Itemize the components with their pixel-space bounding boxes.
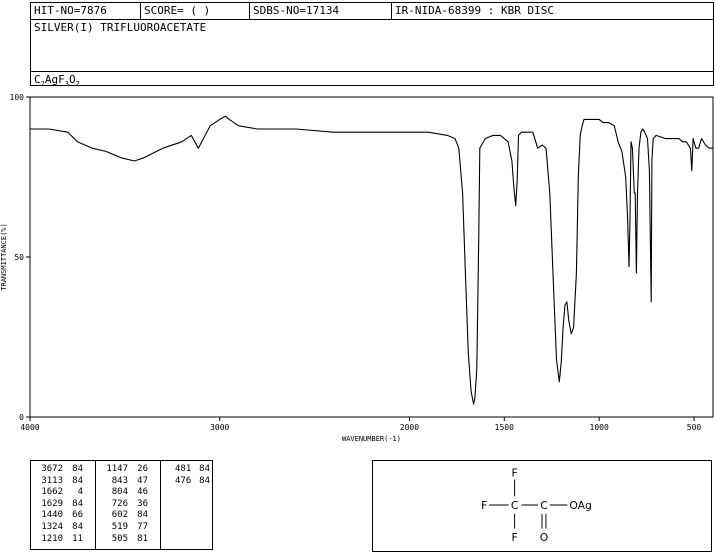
atom-c1: C xyxy=(511,499,519,512)
peak-transmittance: 26 xyxy=(137,464,148,474)
peak-wavenumber: 804 xyxy=(111,487,128,498)
peak-transmittance: 84 xyxy=(72,475,83,486)
peak-transmittance: 77 xyxy=(137,521,148,532)
peak-row: 476 84 xyxy=(165,476,210,488)
header-box: HIT-NO=7876 SCORE= ( ) SDBS-NO=17134 IR-… xyxy=(30,2,714,89)
peak-transmittance: 84 xyxy=(199,475,210,486)
peak-row: 1629 84 xyxy=(35,499,93,511)
peak-transmittance: 84 xyxy=(72,498,83,509)
peak-wavenumber: 843 xyxy=(111,475,128,486)
peak-row: 843 47 xyxy=(100,476,158,488)
peak-wavenumber: 519 xyxy=(111,521,128,532)
peak-wavenumber: 476 xyxy=(174,475,192,486)
peak-row: 1147 26 xyxy=(100,464,158,476)
peak-wavenumber: 1629 xyxy=(41,498,63,509)
y-tick-label: 100 xyxy=(10,93,25,102)
spectrum-line xyxy=(30,115,713,405)
plot-frame xyxy=(29,96,714,418)
peak-column: 481 84 476 84 xyxy=(161,461,212,549)
peak-row: 804 46 xyxy=(100,487,158,499)
y-axis-label: TRANSMITTANCE(%) xyxy=(0,223,8,290)
peak-table: 3672 84 3113 84 1662 4 1629 84 1440 66 1324 84 1210 1… xyxy=(30,460,213,550)
peak-row: 1440 66 xyxy=(35,510,93,522)
sdbs-number: SDBS-NO=17134 xyxy=(250,3,392,19)
peak-wavenumber: 481 xyxy=(174,464,192,474)
peak-transmittance: 4 xyxy=(77,487,83,498)
peak-row: 1662 4 xyxy=(35,487,93,499)
peak-row: 726 36 xyxy=(100,499,158,511)
peak-wavenumber: 505 xyxy=(111,533,128,544)
peak-transmittance: 36 xyxy=(137,498,148,509)
peak-row: 602 84 xyxy=(100,510,158,522)
peak-transmittance: 47 xyxy=(137,475,148,486)
y-tick-label: 50 xyxy=(14,253,24,262)
x-tick-label: 1000 xyxy=(590,423,609,432)
peak-row: 3113 84 xyxy=(35,476,93,488)
peak-row: 519 77 xyxy=(100,522,158,534)
peak-transmittance: 11 xyxy=(72,533,83,544)
x-tick-label: 3000 xyxy=(210,423,229,432)
peak-wavenumber: 726 xyxy=(111,498,128,509)
molecular-formula: C2AgF3O2 xyxy=(34,73,80,89)
peak-wavenumber: 1324 xyxy=(41,521,63,532)
ir-id: IR-NIDA-68399 : KBR DISC xyxy=(395,4,554,17)
atom-f-top: F xyxy=(512,467,518,480)
peak-row: 505 81 xyxy=(100,534,158,546)
group-oag: OAg xyxy=(569,499,591,512)
peak-column: 3672 84 3113 84 1662 4 1629 84 1440 66 1324 84 1210 1… xyxy=(31,461,96,549)
atom-c2: C xyxy=(540,499,548,512)
peak-wavenumber: 1440 xyxy=(41,510,63,521)
ir-spectrum-chart: 4000 3000 2000 1500 1000 500 0 50 100 WAVENUMBER(… xyxy=(0,93,714,443)
peak-row: 3672 84 xyxy=(35,464,93,476)
hit-number: HIT-NO=7876 xyxy=(31,3,141,19)
peak-transmittance: 46 xyxy=(137,487,148,498)
peak-column: 1147 26 843 47 804 46 726 36 602 84 519 77 505 81 xyxy=(96,461,161,549)
x-tick-label: 4000 xyxy=(20,423,39,432)
peak-transmittance: 84 xyxy=(72,464,83,474)
x-tick-label: 1500 xyxy=(495,423,514,432)
atom-o-double: O xyxy=(540,531,548,544)
peak-wavenumber: 1210 xyxy=(41,533,63,544)
peak-transmittance: 84 xyxy=(137,510,148,521)
x-tick-label: 2000 xyxy=(400,423,419,432)
atom-f-bottom: F xyxy=(512,531,518,544)
peak-row: 481 84 xyxy=(165,464,210,476)
peak-transmittance: 66 xyxy=(72,510,83,521)
peak-wavenumber: 1662 xyxy=(41,487,63,498)
compound-name: SILVER(I) TRIFLUOROACETATE xyxy=(34,21,207,34)
peak-row: 1324 84 xyxy=(35,522,93,534)
header-row: HIT-NO=7876 SCORE= ( ) SDBS-NO=17134 IR-… xyxy=(31,3,713,20)
score: SCORE= ( ) xyxy=(141,3,250,19)
atom-f-left: F xyxy=(481,499,487,512)
structure-diagram: F F F C C O OAg xyxy=(372,460,712,552)
x-axis-label: WAVENUMBER(-1) xyxy=(342,435,401,443)
peak-transmittance: 84 xyxy=(72,521,83,532)
peak-transmittance: 81 xyxy=(137,533,148,544)
peak-wavenumber: 3672 xyxy=(41,464,63,474)
peak-row: 1210 11 xyxy=(35,534,93,546)
peak-transmittance: 84 xyxy=(199,464,210,474)
peak-wavenumber: 1147 xyxy=(106,464,128,474)
formula-divider xyxy=(31,71,713,72)
peak-wavenumber: 602 xyxy=(111,510,128,521)
y-tick-label: 0 xyxy=(19,413,24,422)
peak-wavenumber: 3113 xyxy=(41,475,63,486)
x-tick-label: 500 xyxy=(687,423,702,432)
